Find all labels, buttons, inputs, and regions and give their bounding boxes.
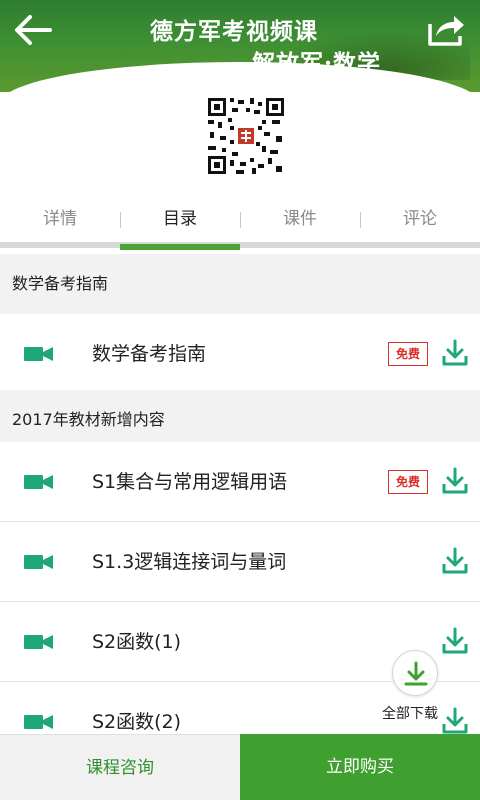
active-tab-indicator xyxy=(120,244,240,250)
lesson-item[interactable]: 数学备考指南 免费 xyxy=(0,314,480,394)
download-icon[interactable] xyxy=(440,626,470,656)
share-button[interactable] xyxy=(424,10,468,50)
download-icon[interactable] xyxy=(440,706,470,736)
tab-details[interactable]: 详情 xyxy=(0,198,120,242)
lesson-title: 数学备考指南 xyxy=(92,343,207,365)
download-all-label[interactable]: 全部下载 xyxy=(382,703,438,723)
share-icon xyxy=(428,16,464,46)
lesson-title: S1集合与常用逻辑用语 xyxy=(92,471,288,493)
download-icon[interactable] xyxy=(440,466,470,496)
download-icon[interactable] xyxy=(440,338,470,368)
page-subtitle: —解放军·数学 xyxy=(228,50,382,77)
download-all-button[interactable] xyxy=(392,650,438,696)
tab-bar: 详情 目录 课件 评论 xyxy=(0,198,480,248)
qr-code xyxy=(206,96,286,176)
video-camera-icon xyxy=(24,347,53,361)
lesson-item[interactable]: S1.3逻辑连接词与量词 xyxy=(0,522,480,602)
section-header: 2017年教材新增内容 xyxy=(0,390,480,450)
video-camera-icon xyxy=(24,475,53,489)
page-title: 德方军考视频课 xyxy=(150,18,318,45)
free-badge: 免费 xyxy=(388,342,428,366)
header-banner: 德方军考视频课 —解放军·数学 xyxy=(0,0,480,92)
bottom-action-bar: 课程咨询 立即购买 xyxy=(0,734,480,800)
buy-now-button[interactable]: 立即购买 xyxy=(240,734,480,800)
lesson-item[interactable]: S1集合与常用逻辑用语 免费 xyxy=(0,442,480,522)
video-camera-icon xyxy=(24,555,53,569)
download-icon[interactable] xyxy=(440,546,470,576)
tab-catalog[interactable]: 目录 xyxy=(120,198,240,242)
arrow-left-icon xyxy=(15,15,52,45)
free-badge: 免费 xyxy=(388,470,428,494)
tab-comments[interactable]: 评论 xyxy=(360,198,480,242)
video-camera-icon xyxy=(24,715,53,729)
section-header: 数学备考指南 xyxy=(0,254,480,314)
back-button[interactable] xyxy=(10,10,54,50)
lesson-title: S1.3逻辑连接词与量词 xyxy=(92,551,287,573)
lesson-title: S2函数(1) xyxy=(92,631,182,653)
tab-courseware[interactable]: 课件 xyxy=(240,198,360,242)
video-camera-icon xyxy=(24,635,53,649)
download-all-icon xyxy=(404,661,428,686)
consult-button[interactable]: 课程咨询 xyxy=(0,734,240,800)
